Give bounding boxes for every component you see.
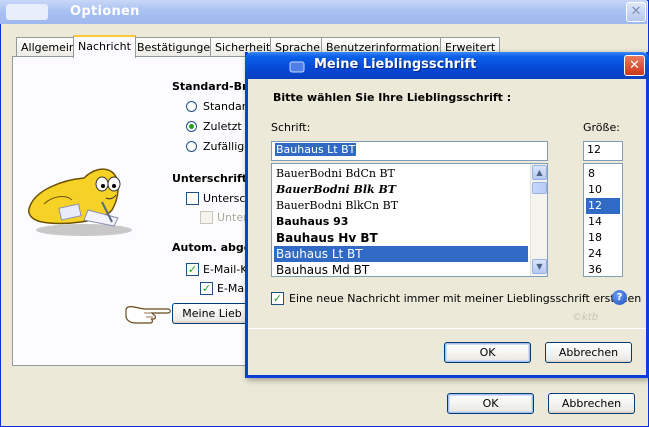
inner-ok-button[interactable]: OK: [444, 342, 531, 363]
standard-radio[interactable]: [186, 101, 197, 112]
font-list-item[interactable]: BauerBodni BlkCn BT: [274, 198, 528, 214]
size-list-item[interactable]: 24: [586, 246, 620, 262]
email-sub-checkbox-label: E-Ma: [217, 282, 245, 295]
scroll-down-icon[interactable]: ▼: [532, 259, 547, 274]
size-list-item[interactable]: 10: [586, 182, 620, 198]
font-size-input-value: 12: [587, 143, 601, 156]
watermark: ©ktb: [572, 312, 599, 323]
size-list-item[interactable]: 18: [586, 230, 620, 246]
font-size-input[interactable]: 12: [583, 141, 623, 161]
pointing-hand-icon: [125, 306, 171, 324]
font-list-item[interactable]: Bauhaus 93: [274, 214, 528, 230]
inner-close-icon[interactable]: ✕: [624, 55, 645, 76]
font-list-item-selected[interactable]: Bauhaus Lt BT: [274, 246, 528, 262]
signature-checkbox[interactable]: [186, 192, 199, 205]
email-copy-checkbox[interactable]: ✓: [186, 263, 199, 276]
favorite-font-dialog-title: Meine Lieblingsschrift: [314, 57, 477, 72]
scroll-up-icon[interactable]: ▲: [532, 165, 547, 180]
size-list-item[interactable]: 8: [586, 166, 620, 182]
outer-ok-button[interactable]: OK: [447, 393, 534, 414]
favorite-font-button[interactable]: Meine Lieb: [172, 303, 252, 324]
signature-sub-checkbox: [200, 211, 213, 224]
font-list-scrollbar[interactable]: ▲ ▼: [530, 164, 547, 276]
scroll-thumb[interactable]: [532, 182, 547, 194]
font-label: Schrift:: [271, 121, 311, 134]
inner-cancel-button[interactable]: Abbrechen: [545, 342, 632, 363]
signature-sub-checkbox-label: Unter: [217, 211, 248, 224]
random-radio-label: Zufällige: [203, 140, 252, 153]
random-radio[interactable]: [186, 141, 197, 152]
outer-close-icon[interactable]: ✕: [626, 2, 646, 22]
help-icon[interactable]: ?: [612, 290, 627, 305]
email-copy-checkbox-label: E-Mail-K: [203, 263, 248, 276]
tab-allgemein[interactable]: Allgemein: [16, 37, 81, 56]
mascot-image: [28, 168, 132, 236]
tab-nachricht[interactable]: Nachricht: [73, 35, 136, 58]
email-sub-checkbox[interactable]: ✓: [200, 282, 213, 295]
size-list[interactable]: 8 10 12 14 18 24 36: [583, 163, 623, 277]
font-list-item[interactable]: Bauhaus Hv BT: [274, 230, 528, 246]
size-label: Größe:: [583, 121, 620, 134]
font-name-input[interactable]: Bauhaus Lt BT: [271, 141, 548, 161]
font-list-item[interactable]: Bauhaus Md BT: [274, 262, 528, 276]
app-icon: [6, 4, 48, 20]
instruction-text: Bitte wählen Sie Ihre Lieblingsschrift :: [273, 91, 512, 104]
font-list-item[interactable]: BauerBodni BdCn BT: [274, 166, 528, 182]
size-list-item-selected[interactable]: 12: [586, 198, 620, 214]
outer-cancel-button[interactable]: Abbrechen: [548, 393, 635, 414]
dialog-separator: [248, 328, 646, 329]
font-name-input-value: Bauhaus Lt BT: [275, 143, 357, 156]
last-used-radio[interactable]: [186, 121, 197, 132]
font-list-item[interactable]: BauerBodni Blk BT: [274, 182, 528, 198]
options-window-title: Optionen: [70, 4, 140, 19]
size-list-item[interactable]: 14: [586, 214, 620, 230]
always-use-font-checkbox-label: Eine neue Nachricht immer mit meiner Lie…: [289, 292, 642, 305]
signature-section-title: Unterschrift: [172, 172, 248, 185]
always-use-font-checkbox[interactable]: ✓: [271, 292, 284, 305]
size-list-item[interactable]: 36: [586, 262, 620, 276]
font-list[interactable]: BauerBodni BdCn BT BauerBodni Blk BT Bau…: [271, 163, 548, 277]
tab-bestaetigungen[interactable]: Bestätigungen: [132, 37, 223, 56]
dialog-app-icon: [289, 61, 305, 73]
